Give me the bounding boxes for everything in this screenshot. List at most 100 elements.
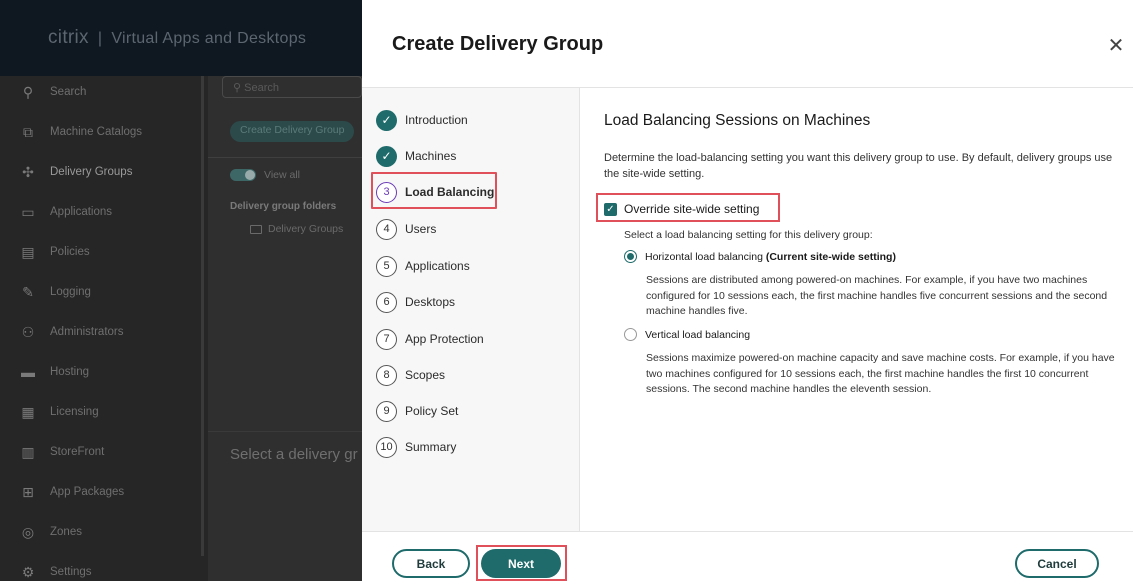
radio-unselected-icon[interactable]: [624, 328, 637, 341]
sidebar-scrollbar[interactable]: [201, 76, 204, 556]
search-input[interactable]: ⚲ Search: [222, 76, 362, 98]
step-label: Applications: [405, 259, 470, 273]
step-number: 7: [376, 328, 397, 350]
step-label: Summary: [405, 440, 457, 454]
sidebar-item-label: Licensing: [50, 406, 99, 418]
step-machines[interactable]: ✓ Machines: [376, 145, 456, 167]
next-highlight: [476, 545, 567, 581]
radio-selected-icon[interactable]: [624, 250, 637, 263]
dialog-title: Create Delivery Group: [392, 33, 604, 55]
create-delivery-group-dialog: Create Delivery Group ✕ ✓ Introduction ✓ M…: [362, 0, 1133, 581]
sidebar-item-label: Policies: [50, 246, 90, 258]
settings-icon: ⚙: [21, 564, 35, 580]
sidebar-item-app-packages[interactable]: ⊞ App Packages: [20, 484, 124, 500]
divider: [208, 431, 368, 432]
catalog-icon: ⧉: [23, 124, 33, 140]
step-label: Machines: [405, 149, 457, 163]
folder-item[interactable]: Delivery Groups: [250, 223, 343, 235]
horizontal-load-balancing-radio[interactable]: Horizontal load balancing (Current site-…: [624, 250, 896, 263]
override-label: Override site-wide setting: [624, 202, 760, 216]
create-delivery-group-button[interactable]: Create Delivery Group: [230, 121, 355, 142]
sidebar-item-hosting[interactable]: ▬ Hosting: [20, 364, 89, 380]
step-label: Introduction: [405, 113, 468, 127]
hosting-icon: ▬: [21, 364, 35, 380]
close-icon[interactable]: ✕: [1107, 36, 1125, 56]
step-number: 9: [376, 400, 397, 422]
sidebar-item-label: StoreFront: [50, 446, 105, 458]
sidebar-item-delivery-groups[interactable]: ✣ Delivery Groups: [20, 164, 132, 180]
toggle-switch[interactable]: [230, 169, 256, 181]
step-desktops[interactable]: 6 Desktops: [376, 291, 455, 313]
step-number: 4: [376, 218, 397, 240]
folders-title: Delivery group folders: [230, 201, 337, 212]
sidebar-item-applications[interactable]: ▭ Applications: [20, 204, 112, 220]
cancel-button[interactable]: Cancel: [1015, 549, 1099, 578]
section-description: Determine the load-balancing setting you…: [604, 152, 1113, 180]
applications-icon: ▭: [21, 204, 35, 220]
vertical-load-balancing-radio[interactable]: Vertical load balancing: [624, 328, 750, 341]
step-policy-set[interactable]: 9 Policy Set: [376, 400, 458, 422]
back-button[interactable]: Back: [392, 549, 470, 578]
section-heading: Load Balancing Sessions on Machines: [604, 112, 871, 129]
view-all-toggle[interactable]: View all: [230, 169, 300, 181]
sidebar-item-label: Machine Catalogs: [50, 126, 143, 138]
step-scopes[interactable]: 8 Scopes: [376, 364, 445, 386]
check-icon: ✓: [376, 145, 397, 167]
sidebar-item-label: Delivery Groups: [50, 166, 133, 178]
sidebar-item-zones[interactable]: ◎ Zones: [20, 524, 82, 540]
administrators-icon: ⚇: [21, 324, 35, 340]
sidebar: ⚲ Search ⧉ Machine Catalogs ✣ Delivery Grou…: [0, 76, 208, 581]
sidebar-item-label: App Packages: [50, 486, 125, 498]
step-users[interactable]: 4 Users: [376, 218, 436, 240]
sidebar-item-logging[interactable]: ✎ Logging: [20, 284, 91, 300]
sidebar-item-label: Hosting: [50, 366, 89, 378]
zones-icon: ◎: [21, 524, 35, 540]
search-icon: ⚲: [22, 84, 34, 100]
step-label: Users: [405, 222, 437, 236]
step-label: Scopes: [405, 368, 446, 382]
check-icon: ✓: [376, 109, 397, 131]
horizontal-description: Sessions are distributed among powered-o…: [646, 274, 1108, 317]
override-site-wide-checkbox[interactable]: ✓ Override site-wide setting: [604, 202, 759, 216]
app-packages-icon: ⊞: [22, 484, 34, 500]
sidebar-item-label: Applications: [50, 206, 113, 218]
option-suffix: (Current site-wide setting): [765, 250, 896, 263]
sidebar-item-machine-catalogs[interactable]: ⧉ Machine Catalogs: [20, 124, 142, 140]
sidebar-item-search[interactable]: ⚲ Search: [20, 84, 87, 100]
option-label: Vertical load balancing: [645, 328, 751, 341]
option-label: Horizontal load balancing: [645, 250, 763, 263]
sidebar-item-storefront[interactable]: ▥ StoreFront: [20, 444, 104, 460]
vertical-description: Sessions maximize powered-on machine cap…: [646, 352, 1115, 395]
step-applications[interactable]: 5 Applications: [376, 255, 470, 277]
step-highlight: [371, 172, 497, 209]
sidebar-item-settings[interactable]: ⚙ Settings: [20, 564, 92, 580]
sidebar-item-label: Administrators: [50, 326, 124, 338]
sidebar-item-label: Search: [50, 86, 87, 98]
sidebar-item-label: Zones: [50, 526, 82, 538]
step-number: 8: [376, 364, 397, 386]
search-placeholder: Search: [244, 82, 279, 94]
select-setting-label: Select a load balancing setting for this…: [624, 229, 873, 241]
brand: citrix | Virtual Apps and Desktops: [48, 27, 307, 48]
storefront-icon: ▥: [21, 444, 35, 460]
step-summary[interactable]: 10 Summary: [376, 436, 456, 458]
wizard-steps: ✓ Introduction ✓ Machines 3 Load Balancing …: [362, 88, 580, 531]
select-delivery-group-text: Select a delivery gr: [230, 446, 358, 463]
delivery-groups-icon: ✣: [22, 164, 34, 180]
checkbox-checked-icon[interactable]: ✓: [604, 202, 617, 216]
policies-icon: ▤: [21, 244, 35, 260]
sidebar-item-administrators[interactable]: ⚇ Administrators: [20, 324, 124, 340]
step-app-protection[interactable]: 7 App Protection: [376, 328, 484, 350]
product-name: Virtual Apps and Desktops: [111, 30, 307, 47]
step-number: 5: [376, 255, 397, 277]
logging-icon: ✎: [22, 284, 34, 300]
divider: [362, 531, 1133, 532]
step-introduction[interactable]: ✓ Introduction: [376, 109, 468, 131]
step-label: App Protection: [405, 332, 484, 346]
folder-icon: [250, 224, 262, 234]
sidebar-item-licensing[interactable]: ▦ Licensing: [20, 404, 99, 420]
view-all-label: View all: [264, 169, 300, 181]
licensing-icon: ▦: [21, 404, 35, 420]
step-content: Load Balancing Sessions on Machines Dete…: [580, 88, 1133, 531]
sidebar-item-policies[interactable]: ▤ Policies: [20, 244, 90, 260]
